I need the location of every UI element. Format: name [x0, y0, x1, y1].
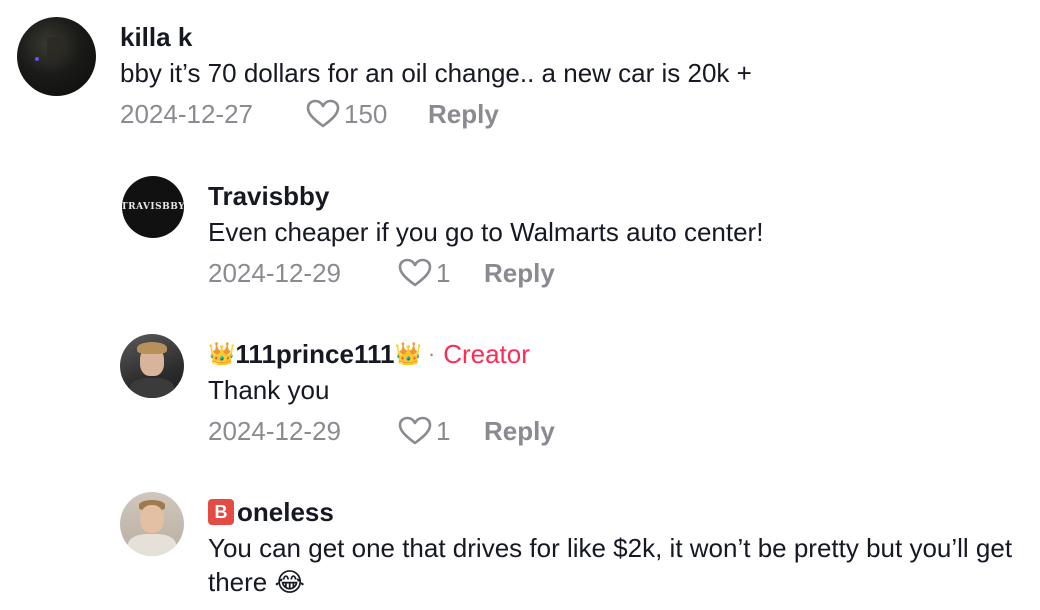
avatar[interactable]: TRAVISBBY	[122, 176, 184, 238]
heart-icon	[398, 258, 432, 287]
reply-button[interactable]: Reply	[428, 99, 499, 130]
username-text: oneless	[237, 497, 334, 527]
avatar[interactable]	[17, 17, 96, 96]
reply-button[interactable]: Reply	[484, 258, 555, 289]
crown-emoji: 👑	[394, 341, 422, 366]
comment-text: bby it’s 70 dollars for an oil change.. …	[120, 58, 752, 88]
username-text: 111prince111	[235, 339, 395, 369]
comment-text: Even cheaper if you go to Walmarts auto …	[208, 217, 764, 247]
comment-text: You can get one that drives for like $2k…	[208, 533, 1013, 597]
avatar-text: TRAVISBBY	[122, 202, 184, 212]
comment-date: 2024-12-29	[208, 415, 341, 446]
heart-icon	[306, 99, 340, 128]
username[interactable]: B oneless	[208, 497, 1023, 527]
crown-emoji: 👑	[208, 341, 236, 366]
separator: ·	[427, 341, 436, 366]
b-button-emoji: B	[208, 499, 234, 525]
comment-date: 2024-12-29	[208, 257, 341, 288]
avatar[interactable]	[120, 492, 184, 556]
username[interactable]: killa k	[120, 22, 1000, 52]
creator-badge: Creator	[443, 339, 530, 369]
like-count: 150	[344, 98, 388, 129]
like-button[interactable]: 1	[398, 258, 484, 289]
avatar[interactable]	[120, 334, 184, 398]
heart-icon	[398, 416, 432, 445]
like-button[interactable]: 1	[398, 416, 484, 447]
comment-date: 2024-12-27	[120, 98, 253, 129]
comment-meta: 2024-12-29 1 Reply	[208, 413, 1028, 449]
like-count: 1	[436, 415, 451, 446]
comment-text: Thank you	[208, 375, 330, 405]
like-count: 1	[436, 257, 451, 288]
username[interactable]: Travisbby	[208, 181, 1028, 211]
like-button[interactable]: 150	[306, 99, 426, 130]
comment-meta: 2024-12-27 150 Reply	[120, 96, 1000, 132]
reply-button[interactable]: Reply	[484, 416, 555, 447]
comment-meta: 2024-12-29 1 Reply	[208, 255, 1028, 291]
username[interactable]: 👑 111prince111 👑 · Creator	[208, 339, 1028, 369]
